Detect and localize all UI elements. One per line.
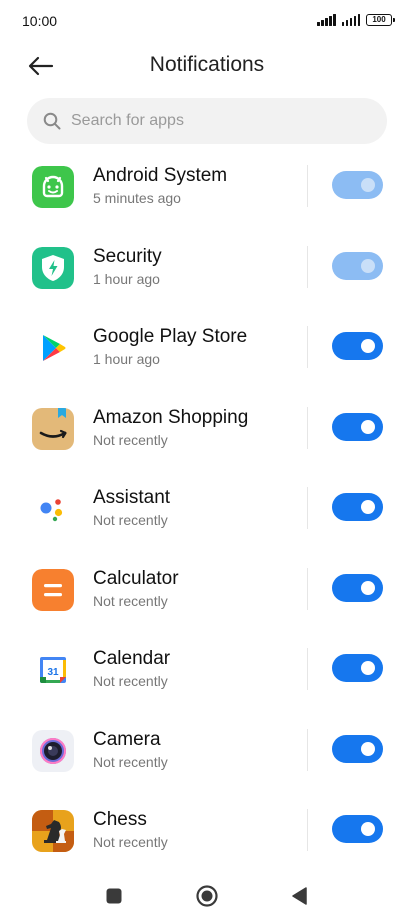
list-item[interactable]: Calculator Not recently: [0, 563, 414, 644]
circle-icon: [196, 885, 218, 907]
camera-icon: [32, 729, 74, 772]
notification-toggle[interactable]: [332, 251, 383, 280]
divider: [307, 245, 308, 288]
home-button[interactable]: [194, 883, 220, 909]
back-nav-button[interactable]: [287, 883, 313, 909]
app-list: Android System 5 minutes ago Security 1 …: [0, 160, 414, 885]
header: Notifications: [0, 44, 414, 88]
app-last-notification: Not recently: [93, 431, 168, 448]
android-system-icon: [32, 166, 74, 208]
amazon-shopping-icon: [32, 407, 74, 450]
app-last-notification: 1 hour ago: [93, 270, 160, 287]
divider: [307, 326, 308, 368]
search-icon: [43, 112, 61, 130]
notification-toggle[interactable]: [332, 734, 383, 763]
list-item[interactable]: Android System 5 minutes ago: [0, 160, 414, 241]
search-bar[interactable]: [27, 98, 387, 144]
status-time: 10:00: [22, 13, 58, 29]
security-icon: [32, 246, 74, 289]
list-item[interactable]: 31 Calendar Not recently: [0, 643, 414, 724]
app-last-notification: Not recently: [93, 512, 168, 528]
app-name: Security: [93, 245, 162, 267]
app-last-notification: Not recently: [93, 834, 168, 850]
divider: [307, 648, 308, 690]
app-last-notification: 1 hour ago: [93, 351, 160, 367]
notification-toggle[interactable]: [332, 412, 383, 441]
divider: [307, 809, 308, 851]
app-name: Amazon Shopping: [93, 406, 249, 428]
square-icon: [106, 888, 122, 904]
app-name: Calculator: [93, 567, 179, 589]
app-name: Calendar: [93, 648, 171, 669]
signal-icon: [341, 14, 360, 26]
notification-toggle[interactable]: [332, 332, 383, 360]
list-item[interactable]: Google Play Store 1 hour ago: [0, 321, 414, 402]
calendar-icon: 31: [32, 649, 74, 691]
divider: [307, 406, 308, 449]
app-last-notification: Not recently: [93, 673, 168, 689]
search-input[interactable]: [71, 112, 361, 130]
list-item[interactable]: Amazon Shopping Not recently: [0, 402, 414, 483]
notification-toggle[interactable]: [332, 815, 383, 843]
divider: [307, 567, 308, 610]
divider: [307, 487, 308, 529]
assistant-icon: [32, 488, 74, 530]
app-name: Camera: [93, 728, 161, 750]
notification-toggle[interactable]: [332, 573, 383, 602]
triangle-back-icon: [292, 887, 307, 905]
navigation-bar: [0, 870, 414, 920]
calculator-icon: [32, 568, 74, 611]
app-name: Chess: [93, 809, 147, 830]
notification-toggle[interactable]: [332, 654, 383, 682]
notification-toggle[interactable]: [332, 171, 383, 199]
app-name: Android System: [93, 165, 228, 186]
signal-icon: [317, 14, 336, 26]
battery-icon: 100: [366, 14, 395, 26]
app-last-notification: Not recently: [93, 592, 168, 609]
recents-button[interactable]: [101, 883, 127, 909]
divider: [307, 728, 308, 771]
list-item[interactable]: Security 1 hour ago: [0, 241, 414, 322]
google-play-store-icon: [32, 327, 74, 369]
svg-text:31: 31: [47, 667, 59, 678]
page-title: Notifications: [149, 53, 265, 76]
app-name: Assistant: [93, 487, 171, 508]
app-name: Google Play Store: [93, 326, 248, 347]
app-last-notification: Not recently: [93, 753, 168, 770]
notification-toggle[interactable]: [332, 493, 383, 521]
status-bar: 10:00 100: [0, 0, 414, 44]
list-item[interactable]: Assistant Not recently: [0, 482, 414, 563]
status-icons: 100: [317, 14, 395, 26]
chess-icon: [32, 810, 74, 852]
divider: [307, 165, 308, 207]
list-item[interactable]: Camera Not recently: [0, 724, 414, 805]
app-last-notification: 5 minutes ago: [93, 190, 181, 206]
